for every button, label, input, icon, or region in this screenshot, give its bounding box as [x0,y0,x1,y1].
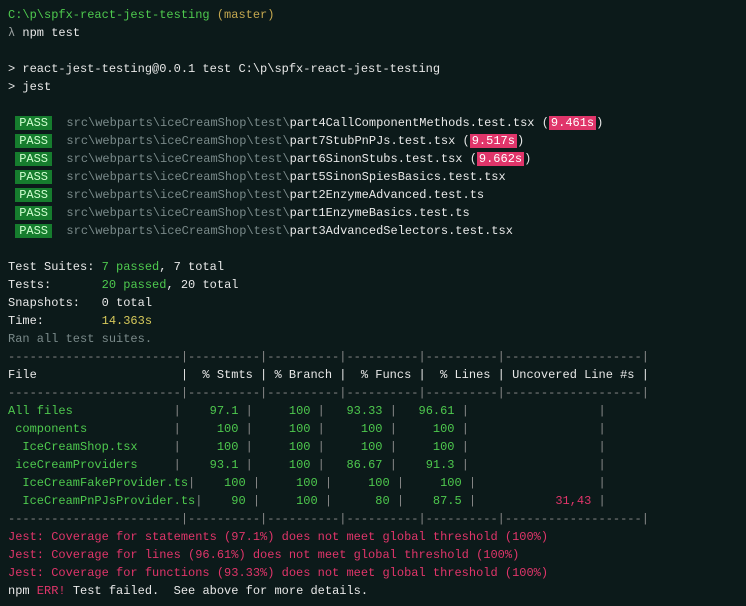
pass-badge: PASS [15,224,52,238]
test-result-line: PASS src\webparts\iceCreamShop\test\part… [8,132,738,150]
coverage-row: components | 100 | 100 | 100 | 100 | | [8,420,738,438]
npm-error-line: npm ERR! Test failed. See above for more… [8,582,738,600]
pass-badge: PASS [15,152,52,166]
test-result-line: PASS src\webparts\iceCreamShop\test\part… [8,168,738,186]
coverage-row: IceCreamPnPJsProvider.ts| 90 | 100 | 80 … [8,492,738,510]
test-result-line: PASS src\webparts\iceCreamShop\test\part… [8,204,738,222]
test-result-line: PASS src\webparts\iceCreamShop\test\part… [8,150,738,168]
pass-badge: PASS [15,206,52,220]
pass-badge: PASS [15,170,52,184]
test-time-badge: 9.662s [477,152,524,166]
test-time-badge: 9.461s [549,116,596,130]
test-time-badge: 9.517s [470,134,517,148]
pass-badge: PASS [15,188,52,202]
summary-snapshots: Snapshots: 0 total [8,294,738,312]
coverage-sep-1: ------------------------|----------|----… [8,348,738,366]
run-header-pkg: > react-jest-testing@0.0.1 test C:\p\spf… [8,60,738,78]
coverage-sep-2: ------------------------|----------|----… [8,384,738,402]
coverage-row: IceCreamFakeProvider.ts| 100 | 100 | 100… [8,474,738,492]
prompt-line-2: λ npm test [8,24,738,42]
run-header-jest: > jest [8,78,738,96]
summary-ran: Ran all test suites. [8,330,738,348]
pass-badge: PASS [15,134,52,148]
coverage-row: IceCreamShop.tsx | 100 | 100 | 100 | 100… [8,438,738,456]
coverage-header: File | % Stmts | % Branch | % Funcs | % … [8,366,738,384]
test-result-line: PASS src\webparts\iceCreamShop\test\part… [8,114,738,132]
summary-tests: Tests: 20 passed, 20 total [8,276,738,294]
test-result-line: PASS src\webparts\iceCreamShop\test\part… [8,186,738,204]
summary-suites: Test Suites: 7 passed, 7 total [8,258,738,276]
pass-badge: PASS [15,116,52,130]
prompt-line-1: C:\p\spfx-react-jest-testing (master) [8,6,738,24]
test-result-line: PASS src\webparts\iceCreamShop\test\part… [8,222,738,240]
coverage-row: iceCreamProviders | 93.1 | 100 | 86.67 |… [8,456,738,474]
summary-time: Time: 14.363s [8,312,738,330]
coverage-warning: Jest: Coverage for lines (96.61%) does n… [8,546,738,564]
coverage-row: All files | 97.1 | 100 | 93.33 | 96.61 |… [8,402,738,420]
coverage-warning: Jest: Coverage for functions (93.33%) do… [8,564,738,582]
coverage-sep-3: ------------------------|----------|----… [8,510,738,528]
